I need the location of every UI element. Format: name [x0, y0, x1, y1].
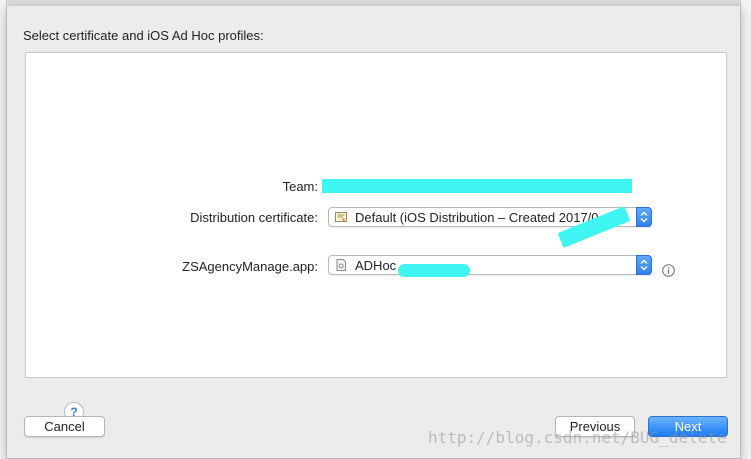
certificate-label: Distribution certificate: — [190, 210, 318, 225]
team-value-redacted — [322, 179, 632, 193]
watermark-text: http://blog.csdn.net/BUG_delete — [428, 428, 727, 447]
team-label: Team: — [282, 179, 318, 194]
info-icon[interactable] — [662, 264, 675, 277]
profile-label: ZSAgencyManage.app: — [182, 259, 318, 274]
profile-name-redacted — [398, 264, 470, 277]
cancel-button[interactable]: Cancel — [24, 416, 105, 437]
provisioning-profile-icon — [336, 259, 346, 271]
sheet-title: Select certificate and iOS Ad Hoc profil… — [23, 28, 264, 43]
chevron-up-down-icon[interactable] — [636, 255, 652, 275]
profile-popup-value: ADHoc — [355, 258, 397, 273]
background-window-edge-right — [740, 0, 751, 459]
export-options-sheet: Select certificate and iOS Ad Hoc profil… — [6, 6, 741, 459]
profile-popup[interactable]: ADHoc — [328, 255, 652, 275]
certificate-icon — [335, 212, 347, 222]
chevron-up-down-icon[interactable] — [636, 207, 652, 227]
signing-options-panel: Team: Distribution certificate: Default … — [25, 52, 727, 422]
